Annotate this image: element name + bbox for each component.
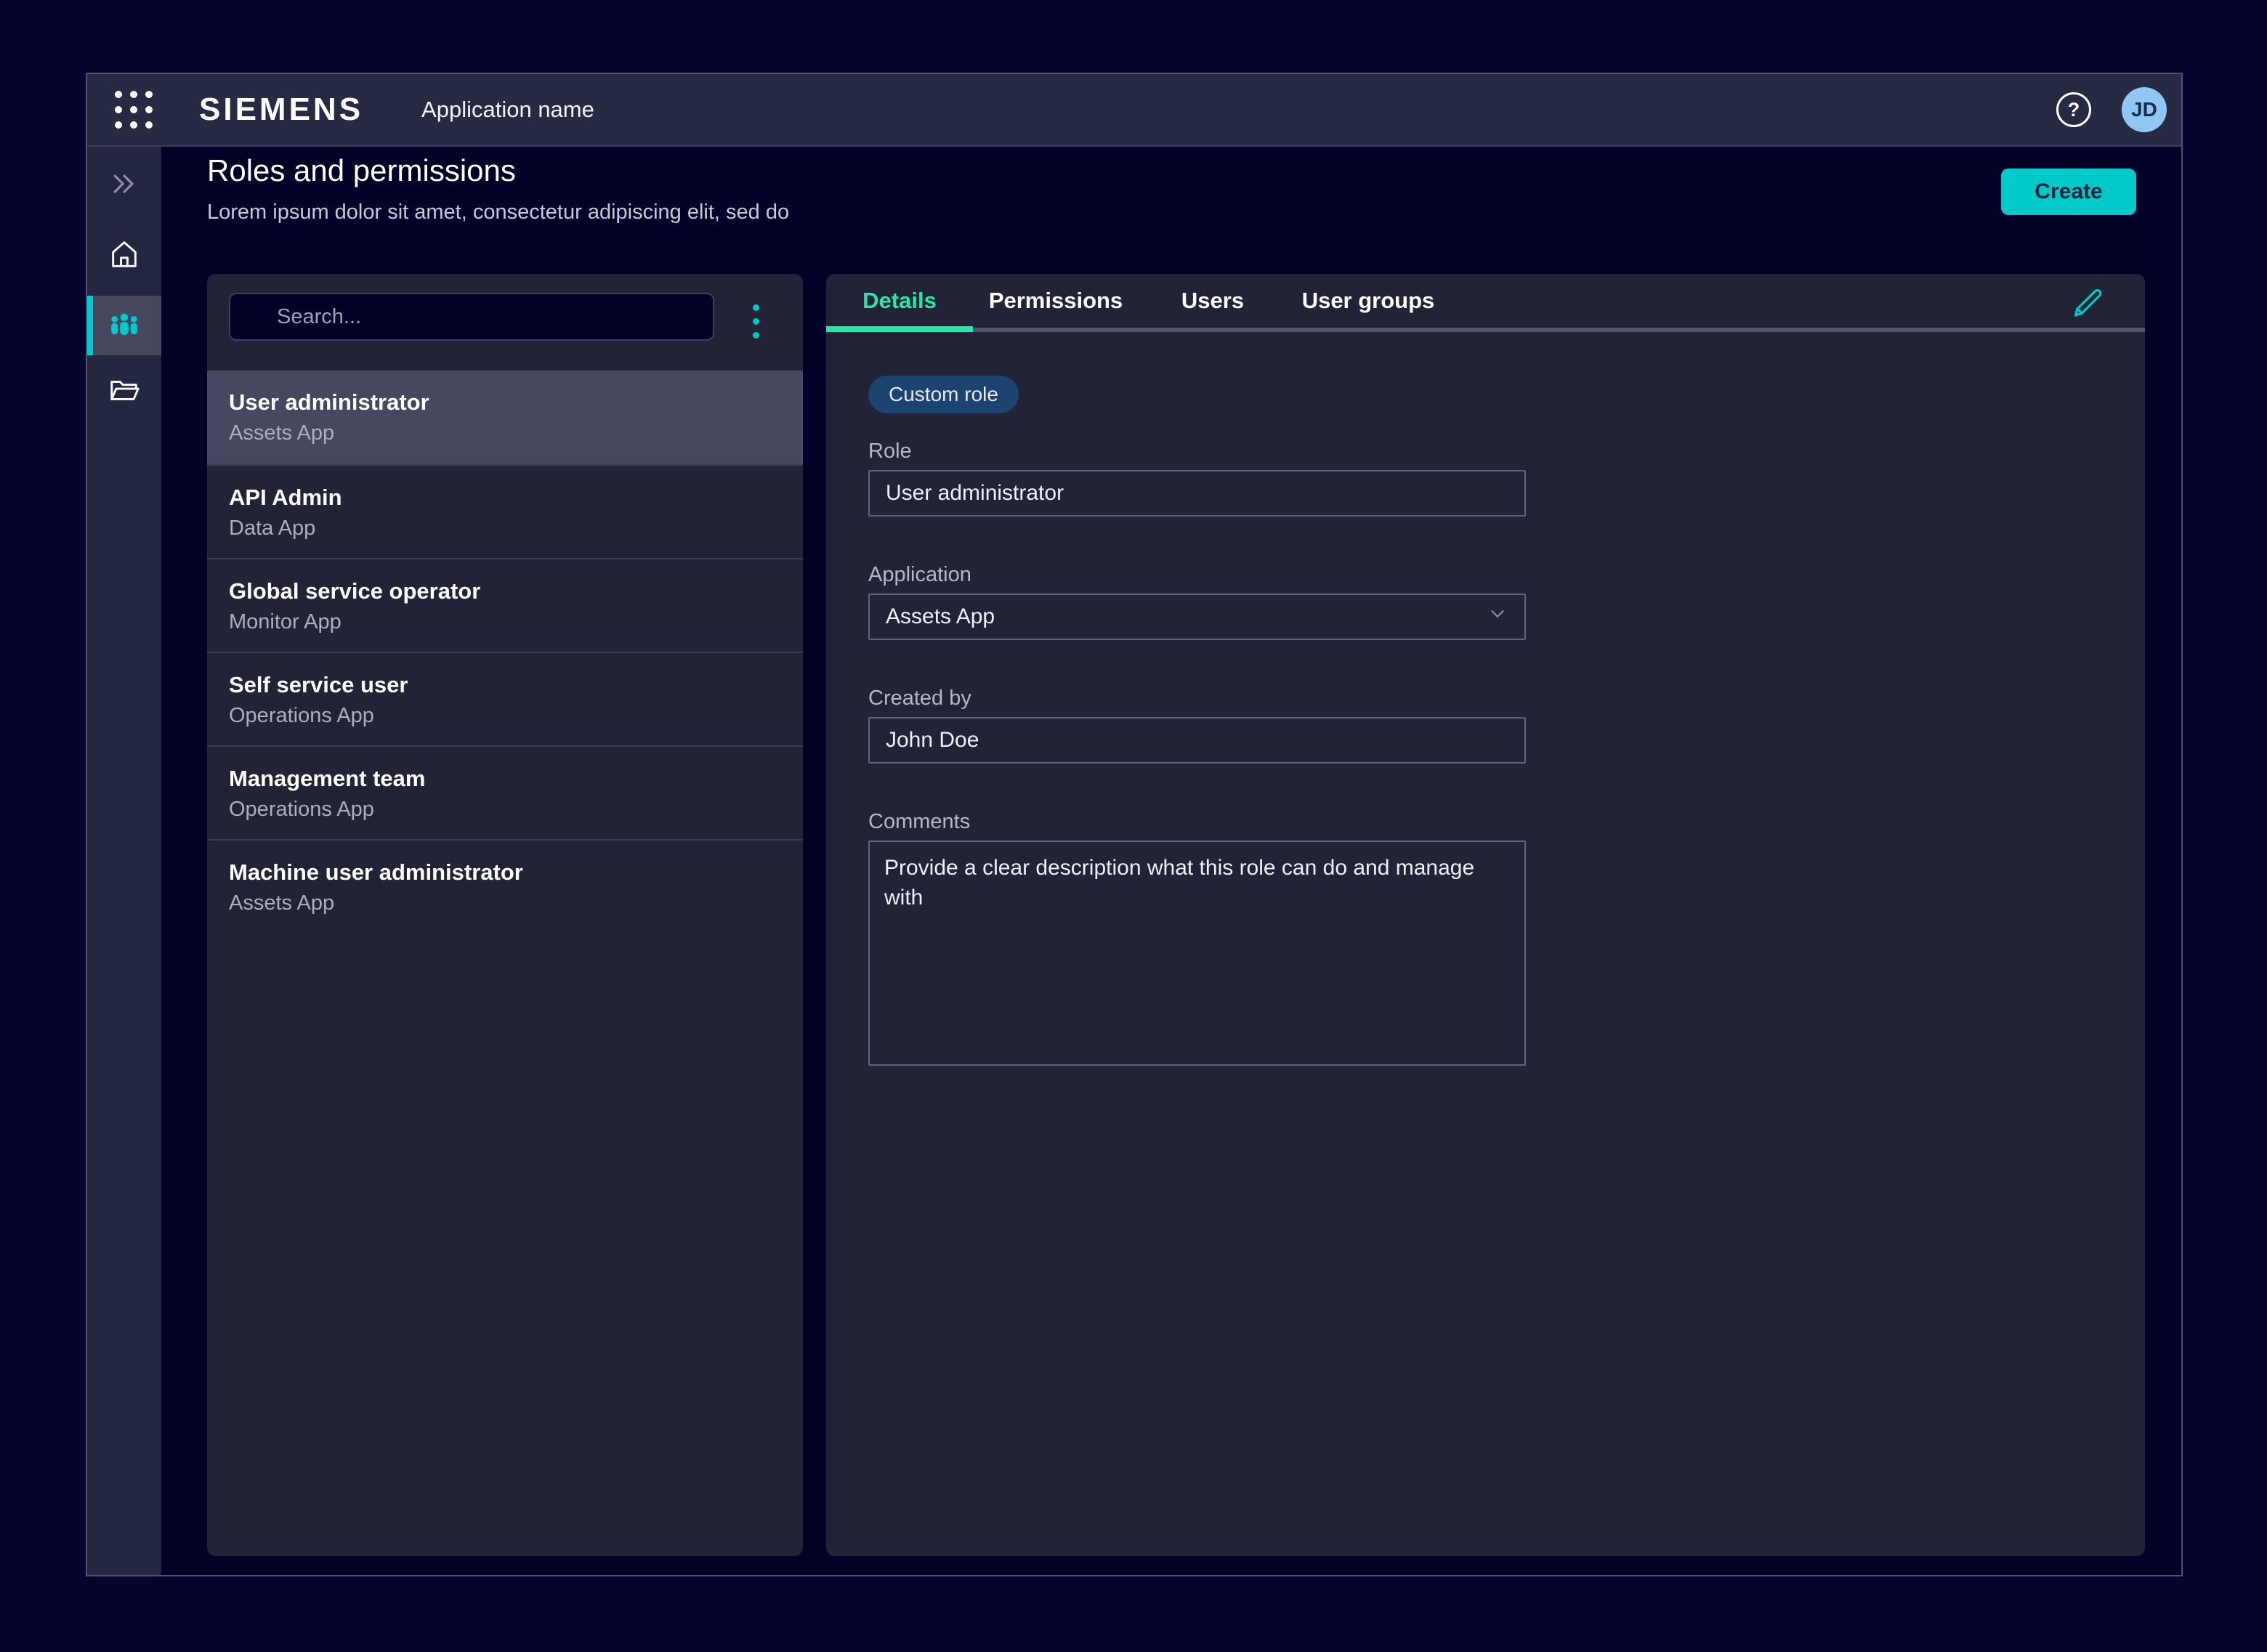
role-field-label: Role	[868, 440, 912, 463]
help-glyph: ?	[2068, 99, 2080, 121]
application-field-label: Application	[868, 563, 971, 587]
role-list-item-global-service-operator[interactable]: Global service operator Monitor App	[207, 558, 803, 652]
role-name: Global service operator	[229, 578, 803, 604]
sidebar-item-home[interactable]	[87, 238, 161, 274]
role-name: Self service user	[229, 672, 803, 698]
role-list-item-management-team[interactable]: Management team Operations App	[207, 745, 803, 839]
tab-details[interactable]: Details	[826, 274, 973, 328]
app-launcher-icon[interactable]	[115, 91, 153, 129]
role-app: Assets App	[229, 421, 803, 445]
sidebar-expand-button[interactable]	[87, 167, 161, 203]
avatar[interactable]: JD	[2122, 87, 2167, 132]
avatar-initials: JD	[2131, 98, 2157, 121]
created-by-field-label: Created by	[868, 687, 971, 710]
role-app: Data App	[229, 517, 803, 540]
role-app: Assets App	[229, 891, 803, 915]
comments-field-label: Comments	[868, 810, 970, 834]
search-row	[207, 274, 803, 371]
create-button[interactable]: Create	[2001, 169, 2136, 215]
page-title: Roles and permissions	[207, 153, 789, 189]
siemens-logo: SIEMENS	[199, 92, 363, 128]
double-chevron-right-icon	[108, 168, 140, 203]
help-icon[interactable]: ?	[2056, 92, 2091, 127]
application-select-value: Assets App	[886, 604, 995, 629]
chevron-down-icon	[1487, 603, 1508, 631]
users-group-icon	[106, 306, 142, 346]
role-field-input[interactable]	[868, 470, 1526, 517]
role-app: Operations App	[229, 704, 803, 728]
application-select[interactable]: Assets App	[868, 594, 1526, 640]
role-app: Monitor App	[229, 610, 803, 634]
tab-users[interactable]: Users	[1139, 274, 1287, 328]
role-list-item-self-service-user[interactable]: Self service user Operations App	[207, 652, 803, 745]
top-header-bar: SIEMENS Application name ? JD	[87, 74, 2181, 147]
role-details-panel: Details Permissions Users User groups Cu…	[826, 274, 2145, 1556]
role-list-item-user-administrator[interactable]: User administrator Assets App	[207, 371, 803, 464]
role-app: Operations App	[229, 798, 803, 822]
role-list: User administrator Assets App API Admin …	[207, 371, 803, 933]
comments-textarea[interactable]: Provide a clear description what this ro…	[868, 841, 1526, 1066]
created-by-field-input[interactable]	[868, 717, 1526, 764]
search-input[interactable]	[229, 293, 714, 341]
role-name: Machine user administrator	[229, 859, 803, 886]
page-subtitle: Lorem ipsum dolor sit amet, consectetur …	[207, 201, 789, 224]
role-name: API Admin	[229, 485, 803, 511]
folder-open-icon	[108, 373, 141, 410]
details-tabbar: Details Permissions Users User groups	[826, 274, 2145, 332]
role-list-panel: User administrator Assets App API Admin …	[207, 274, 803, 1556]
tabs: Details Permissions Users User groups	[826, 274, 2145, 328]
edit-pencil-icon[interactable]	[2069, 284, 2107, 322]
role-list-item-machine-user-administrator[interactable]: Machine user administrator Assets App	[207, 839, 803, 933]
sidebar-item-files[interactable]	[87, 373, 161, 410]
custom-role-badge: Custom role	[868, 376, 1019, 413]
page-heading: Roles and permissions Lorem ipsum dolor …	[207, 153, 789, 224]
kebab-menu-icon[interactable]	[740, 296, 772, 347]
tab-user-groups[interactable]: User groups	[1287, 274, 1450, 328]
application-name: Application name	[421, 97, 594, 123]
tab-permissions[interactable]: Permissions	[973, 274, 1139, 328]
role-list-item-api-admin[interactable]: API Admin Data App	[207, 464, 803, 558]
app-window: SIEMENS Application name ? JD	[86, 73, 2183, 1576]
role-name: Management team	[229, 766, 803, 792]
nav-rail	[87, 147, 161, 1575]
home-icon	[108, 238, 141, 275]
sidebar-item-roles[interactable]	[87, 296, 161, 355]
role-name: User administrator	[229, 389, 803, 416]
